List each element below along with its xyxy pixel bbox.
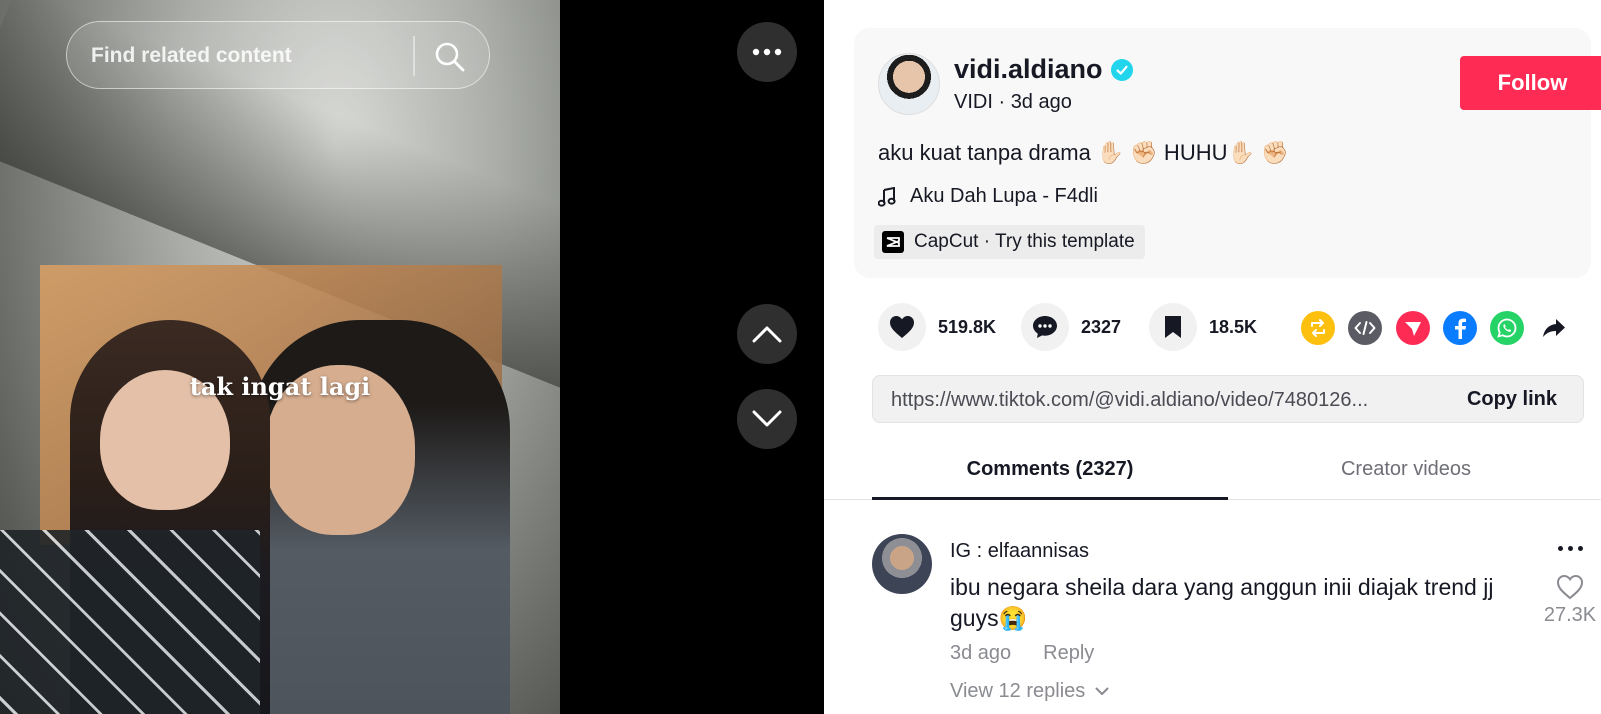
follow-button[interactable]: Follow (1460, 56, 1601, 110)
chevron-down-icon (1095, 687, 1109, 695)
commenter-username[interactable]: IG : elfaannisas (950, 540, 1089, 563)
comment-button[interactable] (1021, 303, 1069, 351)
post-caption: aku kuat tanpa drama ✋🏻 ✊🏻 HUHU✋🏻 ✊🏻 (878, 140, 1289, 165)
heart-icon (890, 316, 914, 338)
comment-text: ibu negara sheila dara yang anggun inii … (950, 574, 1494, 631)
active-tab-indicator (872, 497, 1228, 500)
author-username[interactable]: vidi.aldiano (954, 54, 1103, 85)
action-bar: 519.8K 2327 18.5K (872, 303, 1592, 353)
tab-creator-videos[interactable]: Creator videos (1228, 458, 1584, 481)
comment-like-button[interactable] (1548, 574, 1592, 605)
video-link-box: https://www.tiktok.com/@vidi.aldiano/vid… (872, 375, 1584, 423)
next-video-button[interactable] (737, 389, 797, 449)
repost-icon[interactable] (1301, 311, 1335, 345)
comment-meta: 3d ago Reply (950, 642, 1094, 665)
facebook-icon[interactable] (1443, 311, 1477, 345)
capcut-template-link[interactable]: CapCut · Try this template (874, 225, 1145, 259)
save-action[interactable]: 18.5K (1149, 303, 1257, 351)
save-button[interactable] (1149, 303, 1197, 351)
heart-outline-icon (1556, 574, 1584, 600)
more-horizontal-icon (752, 48, 782, 56)
search-input[interactable]: Find related content (91, 44, 292, 68)
capcut-icon (882, 231, 904, 253)
video-url[interactable]: https://www.tiktok.com/@vidi.aldiano/vid… (891, 389, 1421, 412)
like-count: 519.8K (938, 316, 997, 337)
comment-more-icon[interactable] (1550, 536, 1590, 560)
video-player[interactable]: tak ingat lagi Find related content (0, 0, 560, 714)
copy-link-button[interactable]: Copy link (1467, 388, 1557, 411)
embed-icon[interactable] (1348, 311, 1382, 345)
comment-item: IG : elfaannisas ibu negara sheila dara … (872, 534, 1596, 714)
share-arrow-icon[interactable] (1537, 311, 1571, 345)
comment-time: 3d ago (950, 642, 1012, 664)
post-info-card: vidi.aldiano VIDI · 3d ago Follow aku ku… (854, 28, 1601, 278)
music-title: Aku Dah Lupa - F4dli (910, 185, 1098, 207)
view-replies-label: View 12 replies (950, 680, 1086, 702)
whatsapp-icon[interactable] (1490, 311, 1524, 345)
like-action[interactable]: 519.8K (878, 303, 996, 351)
send-icon[interactable] (1396, 311, 1430, 345)
search-icon[interactable] (433, 40, 467, 74)
video-overlay-text: tak ingat lagi (189, 372, 371, 401)
capcut-label: CapCut · Try this template (914, 231, 1135, 252)
view-replies-button[interactable]: View 12 replies (950, 680, 1109, 703)
tiktok-video-page: tak ingat lagi Find related content vidi… (0, 0, 1601, 714)
commenter-avatar[interactable] (872, 534, 932, 594)
music-note-icon (878, 186, 896, 207)
video-sweater-pattern (0, 530, 260, 714)
search-divider (413, 36, 415, 76)
subline-separator: · (992, 91, 1011, 113)
panel-tabs: Comments (2327) Creator videos (824, 438, 1601, 500)
like-button[interactable] (878, 303, 926, 351)
comment-bubble-icon (1033, 316, 1057, 338)
chevron-up-icon (752, 326, 782, 343)
tab-comments[interactable]: Comments (2327) (872, 458, 1228, 481)
chevron-down-icon (752, 410, 782, 427)
save-count: 18.5K (1209, 316, 1258, 337)
details-panel: vidi.aldiano VIDI · 3d ago Follow aku ku… (824, 0, 1601, 714)
music-link[interactable]: Aku Dah Lupa - F4dli (878, 185, 1098, 208)
author-name-row: vidi.aldiano (954, 54, 1133, 85)
author-subline: VIDI · 3d ago (954, 91, 1072, 114)
more-options-button[interactable] (737, 22, 797, 82)
previous-video-button[interactable] (737, 304, 797, 364)
comment-count: 2327 (1081, 316, 1122, 337)
author-nickname: VIDI (954, 91, 993, 113)
verified-badge-icon (1110, 58, 1133, 81)
post-time: 3d ago (1010, 91, 1072, 113)
author-avatar[interactable] (878, 53, 940, 115)
reply-button[interactable]: Reply (1043, 642, 1094, 665)
bookmark-icon (1165, 316, 1181, 338)
related-search-box[interactable]: Find related content (66, 21, 490, 89)
video-area: tak ingat lagi Find related content (0, 0, 824, 714)
comment-like-count: 27.3K (1543, 604, 1597, 626)
comment-action[interactable]: 2327 (1021, 303, 1121, 351)
